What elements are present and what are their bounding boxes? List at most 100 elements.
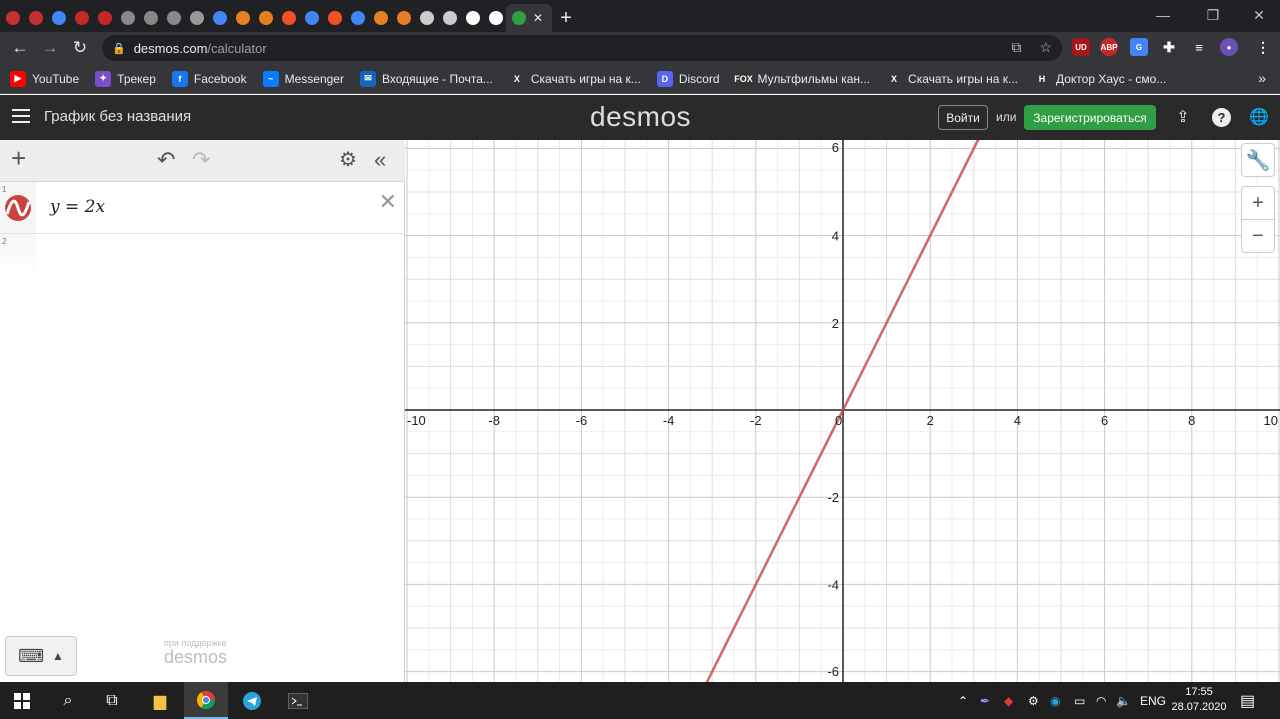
- bookmark-item[interactable]: FOX Мультфильмы кан...: [734, 70, 871, 87]
- powered-by-desmos[interactable]: при поддержке desmos: [164, 638, 227, 668]
- graph-title[interactable]: График без названия: [44, 108, 191, 125]
- extensions-puzzle-icon[interactable]: ✚: [1160, 38, 1178, 56]
- help-icon[interactable]: ?: [1212, 108, 1231, 127]
- profile-avatar[interactable]: ●: [1220, 38, 1238, 56]
- reload-icon[interactable]: ↻: [65, 34, 95, 62]
- browser-tab[interactable]: A: [23, 4, 46, 32]
- browser-tab[interactable]: н: [69, 4, 92, 32]
- chrome-menu-icon[interactable]: ⋮: [1254, 38, 1272, 56]
- browser-tab[interactable]: E: [322, 4, 345, 32]
- close-tab-icon[interactable]: ✕: [533, 11, 543, 25]
- expression-input[interactable]: y = 2x: [50, 197, 105, 217]
- browser-tab[interactable]: В: [138, 4, 161, 32]
- notifications-icon[interactable]: ▤: [1240, 682, 1255, 719]
- bookmark-label: Мультфильмы кан...: [757, 71, 871, 86]
- telegram-icon[interactable]: [230, 682, 274, 719]
- terminal-icon[interactable]: [276, 682, 320, 719]
- bookmark-item[interactable]: f Facebook: [171, 70, 247, 87]
- bookmark-item[interactable]: X Скачать игры на к...: [508, 70, 641, 87]
- browser-tab-active[interactable]: ✕: [506, 4, 552, 32]
- chrome-taskbar-icon[interactable]: [184, 682, 228, 719]
- expression-index-tab[interactable]: 1: [0, 182, 36, 233]
- back-icon[interactable]: ←: [5, 34, 35, 62]
- task-view-icon[interactable]: ⧉: [90, 682, 134, 719]
- browser-tab[interactable]: A: [0, 4, 23, 32]
- bookmark-item[interactable]: ▶ YouTube: [10, 70, 79, 87]
- browser-tab[interactable]: c: [345, 4, 368, 32]
- show-hidden-icons-icon[interactable]: ⌃: [958, 682, 968, 719]
- forward-icon[interactable]: →: [35, 34, 65, 62]
- file-explorer-icon[interactable]: ▆: [138, 682, 182, 719]
- browser-tab[interactable]: d: [184, 4, 207, 32]
- graph-settings-wrench-icon[interactable]: 🔧: [1241, 143, 1275, 177]
- keypad-toggle-button[interactable]: ⌨ ▲: [5, 636, 77, 676]
- collapse-panel-icon[interactable]: «: [374, 148, 386, 172]
- volume-icon[interactable]: 🔈: [1116, 682, 1131, 719]
- bookmark-item[interactable]: ✉ Входящие - Почта...: [359, 70, 493, 87]
- wifi-icon[interactable]: ◠: [1096, 682, 1106, 719]
- browser-tab[interactable]: c: [414, 4, 437, 32]
- browser-tab[interactable]: c: [230, 4, 253, 32]
- browser-tab[interactable]: c: [368, 4, 391, 32]
- browser-tab[interactable]: E: [276, 4, 299, 32]
- undo-icon[interactable]: ↶: [157, 148, 175, 172]
- graph-canvas[interactable]: -10 -8 -6 -4 -2 0 2 4 6 8 10 -6 -4 -2 2 4 6: [405, 140, 1280, 682]
- browser-tab[interactable]: м: [46, 4, 69, 32]
- add-expression-icon[interactable]: +: [11, 145, 26, 171]
- google-translate-icon[interactable]: G: [1130, 38, 1148, 56]
- adblock-icon[interactable]: ABP: [1100, 38, 1118, 56]
- new-tab-icon[interactable]: +: [552, 4, 580, 32]
- steam-icon[interactable]: ⚙: [1028, 682, 1039, 719]
- media-queue-icon[interactable]: ≡: [1190, 38, 1208, 56]
- feather-icon[interactable]: ✒: [980, 682, 990, 719]
- telegram-tray-icon[interactable]: ◉: [1050, 682, 1060, 719]
- expression-row-1[interactable]: 1 y = 2x ✕: [0, 182, 405, 234]
- tray-app-icon[interactable]: ◆: [1004, 682, 1013, 719]
- browser-tab[interactable]: c: [253, 4, 276, 32]
- translate-icon[interactable]: ⧉: [1011, 39, 1021, 56]
- bookmark-item[interactable]: D Discord: [656, 70, 720, 87]
- bookmark-label: Входящие - Почта...: [381, 71, 493, 86]
- browser-tab[interactable]: В: [483, 4, 506, 32]
- address-bar[interactable]: 🔒 desmos.com/calculator ⧉ ☆: [102, 35, 1062, 61]
- minimize-icon[interactable]: —: [1140, 0, 1186, 30]
- bookmark-item[interactable]: ~ Messenger: [262, 70, 344, 87]
- language-globe-icon[interactable]: 🌐: [1248, 106, 1270, 128]
- browser-tab[interactable]: c: [391, 4, 414, 32]
- desmos-header: График без названия desmos Войти или Зар…: [0, 95, 1280, 140]
- zoom-in-button[interactable]: +: [1241, 186, 1275, 220]
- system-clock[interactable]: 17:55 28.07.2020: [1168, 685, 1230, 715]
- settings-gear-icon[interactable]: ⚙: [339, 148, 357, 172]
- restore-icon[interactable]: ❐: [1190, 0, 1236, 30]
- line-color-icon[interactable]: [4, 194, 32, 222]
- bookmark-item[interactable]: H Доктор Хаус - смо...: [1033, 70, 1166, 87]
- search-icon[interactable]: ⌕: [46, 682, 90, 719]
- menu-icon[interactable]: [12, 109, 30, 123]
- graph-paper[interactable]: -10 -8 -6 -4 -2 0 2 4 6 8 10 -6 -4 -2 2 4 6: [405, 140, 1280, 682]
- battery-icon[interactable]: ▭: [1074, 682, 1085, 719]
- expression-index-tab[interactable]: 2: [0, 234, 36, 280]
- bookmarks-more-icon[interactable]: »: [1258, 70, 1266, 86]
- bookmark-item[interactable]: ✦ Трекер: [95, 70, 156, 87]
- browser-tab[interactable]: Д: [161, 4, 184, 32]
- close-window-icon[interactable]: ✕: [1236, 0, 1280, 30]
- expression-row-2[interactable]: 2: [0, 234, 405, 280]
- browser-tab[interactable]: c: [437, 4, 460, 32]
- bookmark-item[interactable]: X Скачать игры на к...: [886, 70, 1018, 87]
- language-indicator[interactable]: ENG: [1140, 682, 1166, 719]
- browser-tab[interactable]: К: [115, 4, 138, 32]
- delete-expression-icon[interactable]: ✕: [379, 189, 397, 215]
- ublock-icon[interactable]: UD: [1072, 38, 1090, 56]
- zoom-out-button[interactable]: −: [1241, 219, 1275, 253]
- share-icon[interactable]: ⇪: [1172, 106, 1194, 128]
- browser-tab[interactable]: «(: [460, 4, 483, 32]
- bookmark-star-icon[interactable]: ☆: [1039, 39, 1052, 56]
- browser-tab[interactable]: li: [207, 4, 230, 32]
- windows-start-icon[interactable]: [0, 682, 44, 719]
- browser-tab[interactable]: б: [92, 4, 115, 32]
- youtube-icon: ▶: [10, 70, 26, 87]
- login-button[interactable]: Войти: [938, 105, 988, 130]
- browser-tab[interactable]: c: [299, 4, 322, 32]
- redo-icon[interactable]: ↷: [192, 148, 210, 172]
- signup-button[interactable]: Зарегистрироваться: [1024, 105, 1156, 130]
